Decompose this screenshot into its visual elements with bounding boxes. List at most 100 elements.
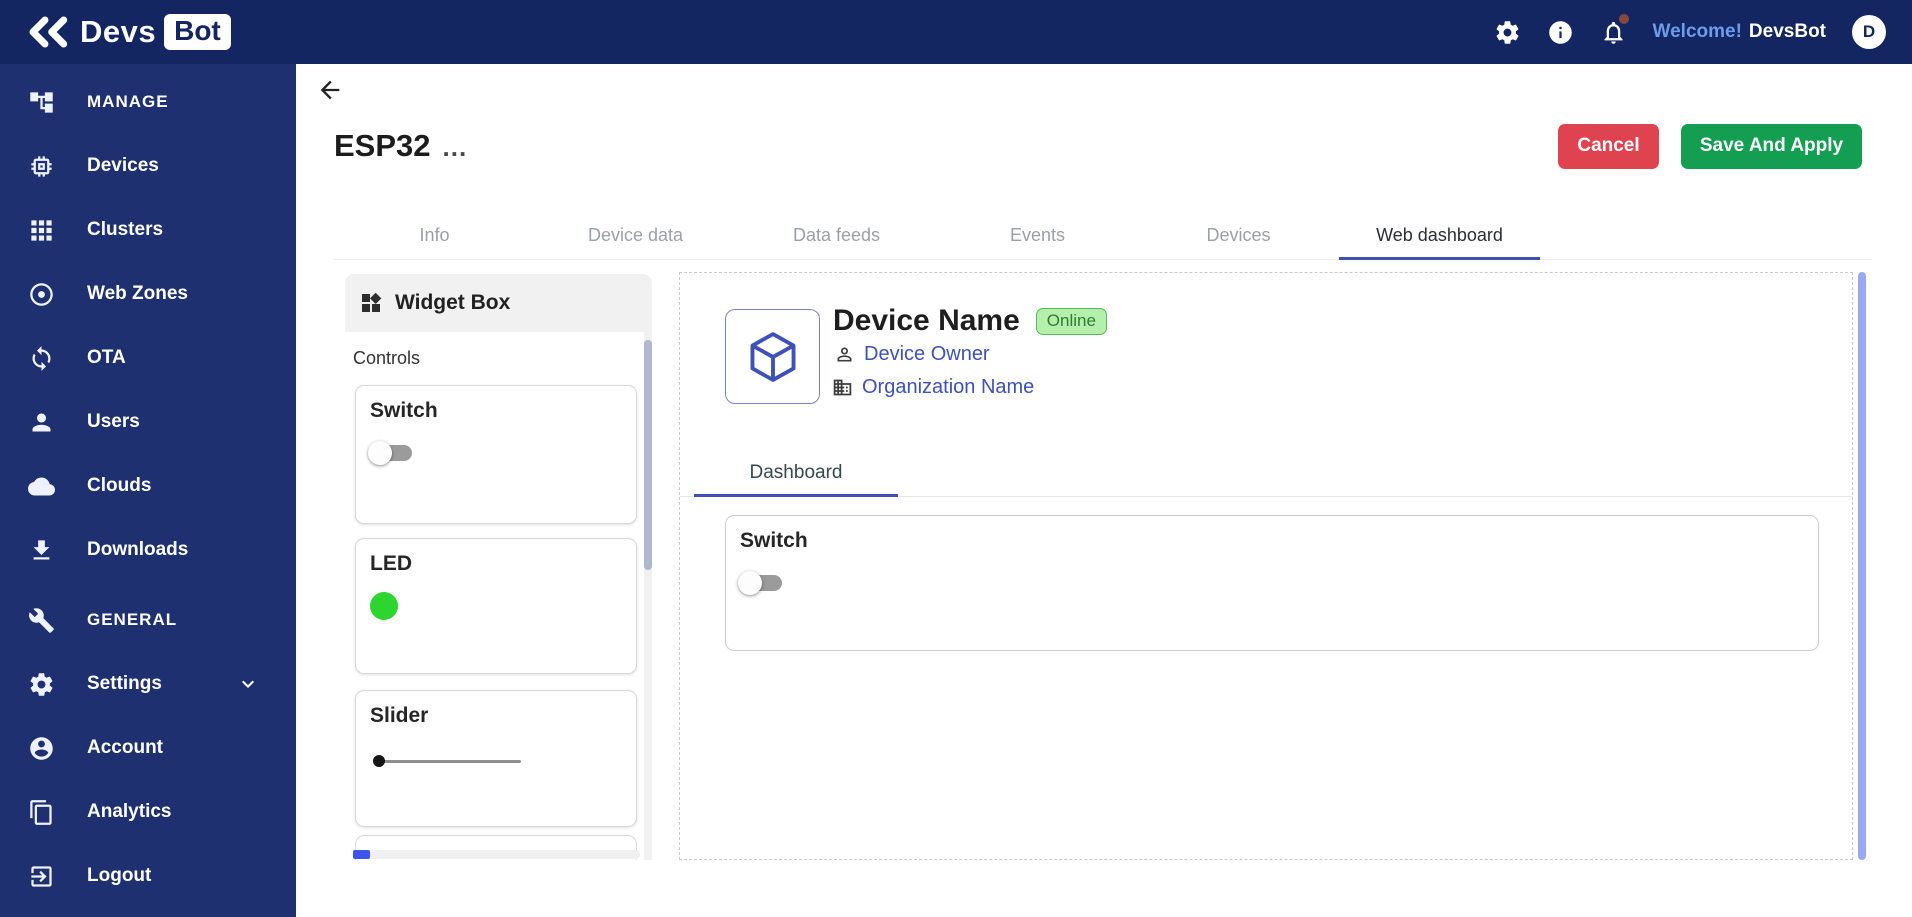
toggle-knob (738, 571, 762, 595)
sidebar-item-settings[interactable]: Settings (0, 652, 296, 716)
sidebar: MANAGE Devices Clusters Web Zones OTA Us… (0, 64, 296, 917)
more-options-button[interactable]: ... (443, 132, 468, 163)
sidebar-item-clusters[interactable]: Clusters (0, 198, 296, 262)
sidebar-item-label: Clouds (87, 475, 152, 496)
sidebar-item-label: Devices (87, 155, 159, 176)
widget-section-label: Controls (353, 348, 421, 368)
cube-icon (750, 331, 795, 382)
chip-icon (28, 153, 55, 180)
tab-devices[interactable]: Devices (1138, 214, 1339, 260)
widget-card-label: LED (370, 552, 412, 575)
tree-icon (28, 89, 55, 116)
topbar-actions: Welcome! DevsBot D (1494, 13, 1886, 49)
sync-icon (28, 345, 55, 372)
tab-data-feeds[interactable]: Data feeds (736, 214, 937, 260)
page-header: ESP32 ... Cancel Save And Apply (334, 122, 1862, 170)
widget-card-label: Slider (370, 704, 429, 727)
widget-card-slider[interactable]: Slider (355, 690, 637, 827)
sidebar-section-label: GENERAL (87, 610, 178, 629)
status-badge: Online (1035, 307, 1107, 335)
slider-thumb[interactable] (373, 755, 385, 767)
logout-icon (28, 863, 55, 890)
preview-scrollbar-thumb[interactable] (1858, 272, 1866, 860)
widgets-icon (362, 292, 382, 312)
grid-icon (28, 217, 55, 244)
welcome-username: DevsBot (1748, 21, 1826, 42)
tab-dashboard[interactable]: Dashboard (694, 450, 898, 497)
sidebar-item-label: Logout (87, 865, 152, 886)
slider-control[interactable] (373, 755, 521, 767)
gear-icon[interactable] (1494, 19, 1521, 46)
switch-toggle[interactable] (368, 441, 414, 465)
notification-badge-dot (1618, 13, 1629, 24)
sidebar-item-label: OTA (87, 347, 126, 368)
widget-box-header: Widget Box (345, 274, 652, 332)
dashboard-widget-label: Switch (740, 529, 808, 552)
widget-box-horizontal-scrollbar[interactable] (353, 850, 640, 859)
widget-card-label: Switch (370, 399, 438, 422)
sidebar-item-downloads[interactable]: Downloads (0, 518, 296, 582)
welcome-message: Welcome! DevsBot (1653, 21, 1826, 43)
welcome-prefix: Welcome! (1652, 21, 1742, 42)
toggle-knob (368, 441, 392, 465)
account-circle-icon (28, 735, 55, 762)
widget-box-title: Widget Box (395, 291, 511, 314)
dashboard-switch-toggle[interactable] (738, 571, 784, 595)
brand-text-bot: Bot (164, 14, 231, 50)
info-icon[interactable] (1547, 19, 1574, 46)
tab-web-dashboard[interactable]: Web dashboard (1339, 214, 1540, 260)
sidebar-item-label: Clusters (87, 219, 164, 240)
sidebar-item-clouds[interactable]: Clouds (0, 454, 296, 518)
sidebar-item-label: Downloads (87, 539, 189, 560)
chevron-down-icon (236, 672, 260, 696)
cancel-button[interactable]: Cancel (1558, 123, 1659, 169)
vertical-scrollbar-thumb[interactable] (644, 340, 652, 570)
topbar: Devs Bot Welcome! DevsBot D (0, 0, 1912, 64)
target-icon (28, 281, 55, 308)
cloud-icon (28, 473, 55, 500)
sidebar-section-label: MANAGE (87, 92, 169, 111)
tab-events[interactable]: Events (937, 214, 1138, 260)
sidebar-item-logout[interactable]: Logout (0, 844, 296, 908)
download-icon (28, 537, 55, 564)
device-owner-link[interactable]: Device Owner (864, 343, 990, 366)
tab-info[interactable]: Info (334, 214, 535, 260)
web-dashboard-preview: Device Name Online Device Owner Organiza… (679, 272, 1853, 860)
wrench-icon (28, 607, 55, 634)
brand-chevrons-icon (29, 16, 68, 48)
led-indicator (370, 592, 398, 620)
main-content: ESP32 ... Cancel Save And Apply Info Dev… (296, 64, 1912, 917)
notifications-bell-icon[interactable] (1600, 13, 1629, 46)
widget-box-panel: Widget Box Controls Switch LED Slider (345, 274, 652, 860)
horizontal-scrollbar-thumb[interactable] (353, 850, 370, 859)
device-title-row: Device Name Online (833, 304, 1107, 338)
back-button[interactable] (316, 76, 346, 106)
preview-vertical-scrollbar[interactable] (1858, 272, 1866, 860)
avatar[interactable]: D (1852, 15, 1886, 49)
widget-card-switch[interactable]: Switch (355, 385, 637, 524)
brand-logo[interactable]: Devs Bot (26, 14, 231, 50)
device-name: Device Name (833, 304, 1020, 337)
sidebar-item-account[interactable]: Account (0, 716, 296, 780)
widget-box-vertical-scrollbar[interactable] (644, 332, 652, 860)
sidebar-item-label: Settings (87, 673, 162, 694)
device-owner-row: Device Owner (834, 343, 990, 366)
sidebar-item-devices[interactable]: Devices (0, 134, 296, 198)
sidebar-section-general: GENERAL (0, 588, 296, 652)
sidebar-item-label: Account (87, 737, 163, 758)
building-icon (833, 379, 852, 396)
sidebar-item-users[interactable]: Users (0, 390, 296, 454)
sidebar-item-analytics[interactable]: Analytics (0, 780, 296, 844)
save-and-apply-button[interactable]: Save And Apply (1681, 123, 1862, 169)
dashboard-switch-card[interactable]: Switch (725, 515, 1819, 651)
device-image-box (725, 309, 820, 404)
organization-link[interactable]: Organization Name (862, 376, 1034, 399)
tab-device-data[interactable]: Device data (535, 214, 736, 260)
widget-card-led[interactable]: LED (355, 538, 637, 674)
person-outline-icon (837, 347, 852, 362)
widget-box-list: Controls Switch LED Slider (345, 332, 652, 860)
sidebar-item-ota[interactable]: OTA (0, 326, 296, 390)
page-title: ESP32 (334, 128, 431, 163)
documents-icon (28, 799, 55, 826)
sidebar-item-web-zones[interactable]: Web Zones (0, 262, 296, 326)
